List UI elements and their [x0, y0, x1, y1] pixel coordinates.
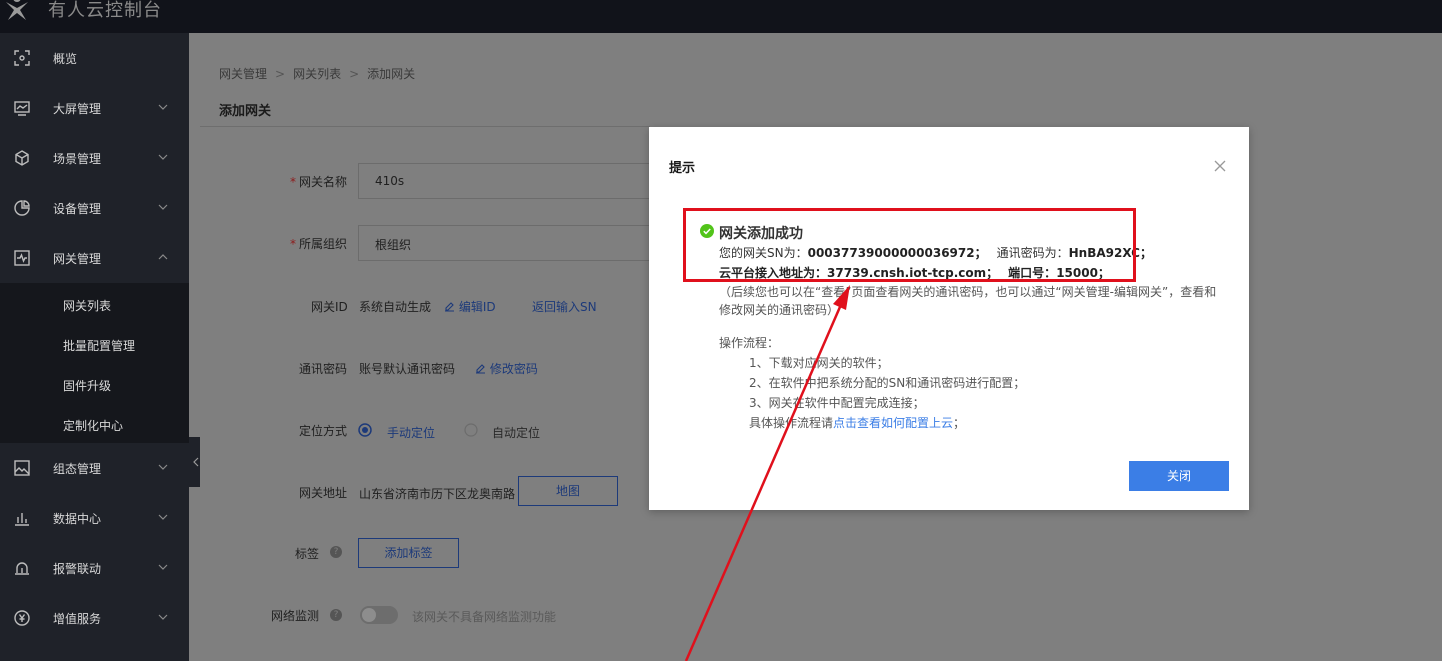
password-note: （后续您也可以在“查看”页面查看网关的通讯密码，也可以通过“网关管理-编辑网关”…	[719, 285, 1217, 317]
chevron-down-icon	[158, 614, 168, 620]
breadcrumb-item[interactable]: 网关列表	[293, 67, 341, 81]
location-label: 定位方式	[299, 424, 348, 438]
gateway-id-value: 系统自动生成	[359, 300, 432, 314]
flow-step: 3、网关在软件中配置完成连接；	[749, 396, 925, 410]
app-title: 有人云控制台	[48, 0, 162, 21]
sidebar-item-label: 数据中心	[53, 512, 102, 526]
network-monitor-toggle[interactable]	[360, 606, 398, 624]
submenu-item-batch-config[interactable]: 批量配置管理	[63, 337, 135, 354]
breadcrumb-separator: >	[349, 67, 360, 81]
sidebar-item-label: 网关管理	[53, 252, 102, 266]
flow-title: 操作流程：	[719, 336, 780, 350]
edit-password-link[interactable]: 修改密码	[475, 360, 538, 377]
chevron-down-icon	[158, 154, 168, 160]
sidebar-item-label: 大屏管理	[53, 102, 102, 116]
chevron-down-icon	[158, 464, 168, 470]
edit-id-link[interactable]: 编辑ID	[444, 298, 496, 315]
breadcrumb-separator: >	[275, 67, 286, 81]
sidebar-item-value-added[interactable]: 增值服务	[0, 593, 189, 643]
breadcrumb-item[interactable]: 网关管理	[219, 67, 267, 81]
dashboard-icon	[14, 50, 30, 66]
close-button[interactable]: 关闭	[1129, 461, 1229, 491]
chevron-down-icon	[158, 564, 168, 570]
return-sn-link[interactable]: 返回输入SN	[532, 298, 597, 315]
sidebar-item-label: 概览	[53, 52, 78, 66]
org-select[interactable]: 根组织	[358, 225, 652, 261]
logo-icon	[6, 0, 28, 20]
radio-auto-label[interactable]: 自动定位	[492, 424, 540, 441]
radio-manual-label[interactable]: 手动定位	[387, 424, 435, 441]
sidebar-item-label: 组态管理	[53, 462, 102, 476]
network-monitor-note: 该网关不具备网络监测功能	[412, 610, 557, 624]
radio-auto[interactable]	[464, 423, 478, 437]
flow-step: 2、在软件中把系统分配的SN和通讯密码进行配置；	[749, 376, 1026, 390]
cube-icon	[15, 150, 29, 166]
chevron-down-icon	[158, 204, 168, 210]
chevron-left-icon	[193, 457, 199, 467]
breadcrumb-current: 添加网关	[367, 67, 416, 81]
sidebar-item-data-center[interactable]: 数据中心	[0, 493, 189, 543]
chevron-up-icon	[158, 254, 168, 260]
chevron-down-icon	[158, 104, 168, 110]
flow-step: 1、下载对应网关的软件；	[749, 356, 889, 370]
breadcrumb: 网关管理 > 网关列表 > 添加网关	[219, 65, 415, 82]
edit-icon	[445, 302, 454, 312]
top-bar: 有人云控制台	[0, 0, 1442, 33]
sidebar-item-config[interactable]: 组态管理	[0, 443, 189, 493]
monitor-icon	[14, 101, 30, 116]
chevron-down-icon	[158, 514, 168, 520]
password-label: 通讯密码	[299, 362, 348, 376]
sidebar-item-overview[interactable]: 概览	[0, 33, 189, 83]
submenu-item-firmware[interactable]: 固件升级	[63, 377, 111, 394]
success-dialog: 提示 网关添加成功 您的网关SN为：00037739000000036972；通…	[649, 127, 1249, 510]
page-title: 添加网关	[219, 104, 272, 119]
help-icon[interactable]: ?	[330, 609, 342, 621]
org-label: * 所属组织	[290, 237, 348, 251]
sidebar-item-device[interactable]: 设备管理	[0, 183, 189, 233]
pie-icon	[14, 200, 30, 216]
sidebar: 网关列表 批量配置管理 固件升级 定制化中心 概览 大屏管理 场景管理 设备管理	[0, 33, 189, 661]
gateway-name-input[interactable]: 410s	[358, 163, 652, 199]
network-monitor-label: 网络监测	[271, 609, 320, 623]
address-value: 山东省济南市历下区龙奥南路	[359, 487, 516, 501]
submenu-item-gateway-list[interactable]: 网关列表	[63, 297, 111, 314]
submenu-item-custom-center[interactable]: 定制化中心	[63, 417, 123, 434]
gateway-id-label: 网关ID	[311, 300, 348, 314]
sidebar-item-label: 增值服务	[53, 612, 102, 626]
annotation-box	[683, 208, 1136, 282]
title-divider	[200, 126, 650, 127]
password-value: 账号默认通讯密码	[359, 362, 456, 376]
sidebar-item-scene[interactable]: 场景管理	[0, 133, 189, 183]
tag-label: 标签	[295, 547, 320, 561]
alarm-icon	[15, 562, 29, 575]
sidebar-item-label: 报警联动	[53, 562, 102, 576]
sidebar-item-gateway[interactable]: 网关管理	[0, 233, 189, 283]
config-guide-link[interactable]: 点击查看如何配置上云	[833, 416, 953, 430]
gateway-name-label: * 网关名称	[290, 175, 348, 189]
address-label: 网关地址	[299, 486, 348, 500]
image-icon	[14, 460, 30, 476]
add-tag-button[interactable]: 添加标签	[358, 538, 459, 568]
close-icon[interactable]	[1213, 159, 1227, 173]
sidebar-item-alarm[interactable]: 报警联动	[0, 543, 189, 593]
yen-icon	[14, 610, 30, 626]
flow-detail: 具体操作流程请点击查看如何配置上云；	[749, 416, 966, 430]
sidebar-item-label: 场景管理	[53, 152, 102, 166]
sidebar-item-screen[interactable]: 大屏管理	[0, 83, 189, 133]
map-button[interactable]: 地图	[518, 476, 618, 506]
bar-chart-icon	[15, 513, 29, 526]
edit-icon	[476, 364, 485, 374]
dialog-title: 提示	[669, 161, 696, 176]
help-icon[interactable]: ?	[330, 546, 342, 558]
gateway-icon	[14, 250, 30, 266]
radio-manual[interactable]	[358, 423, 372, 437]
sidebar-item-label: 设备管理	[53, 202, 102, 216]
gateway-submenu: 网关列表 批量配置管理 固件升级 定制化中心	[0, 283, 189, 443]
